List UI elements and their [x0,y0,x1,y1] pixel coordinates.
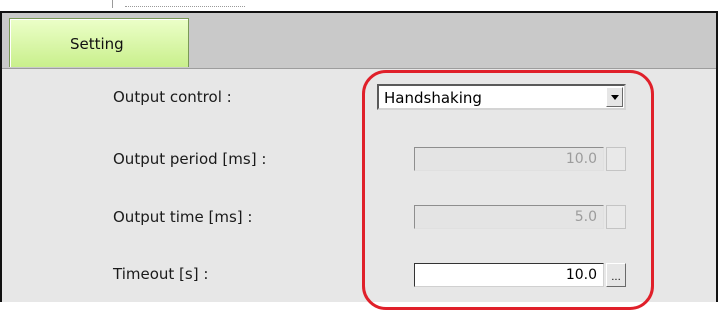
output-period-value: 10.0 [565,151,597,167]
top-strip [0,0,726,11]
timeout-value: 10.0 [565,267,597,283]
output-time-browse-button [606,205,626,229]
output-time-field: 5.0 [414,205,604,229]
tab-setting-label: Setting [70,35,124,53]
output-control-label: Output control : [113,88,232,106]
dotted-line [125,6,245,7]
output-time-value: 5.0 [574,209,597,225]
output-period-field: 10.0 [414,147,604,171]
output-time-label: Output time [ms] : [113,208,253,226]
chevron-down-icon[interactable] [606,87,623,107]
output-control-select[interactable]: Handshaking [377,84,626,110]
output-period-browse-button [606,147,626,171]
timeout-browse-button[interactable]: ... [606,263,626,287]
timeout-label: Timeout [s] : [113,265,209,283]
ellipsis-icon: ... [611,272,621,283]
output-control-value: Handshaking [384,89,482,107]
output-period-label: Output period [ms] : [113,150,267,168]
tab-strip: Setting [2,13,716,69]
timeout-field[interactable]: 10.0 [414,263,604,287]
divider [112,0,113,8]
tab-setting[interactable]: Setting [9,18,189,67]
